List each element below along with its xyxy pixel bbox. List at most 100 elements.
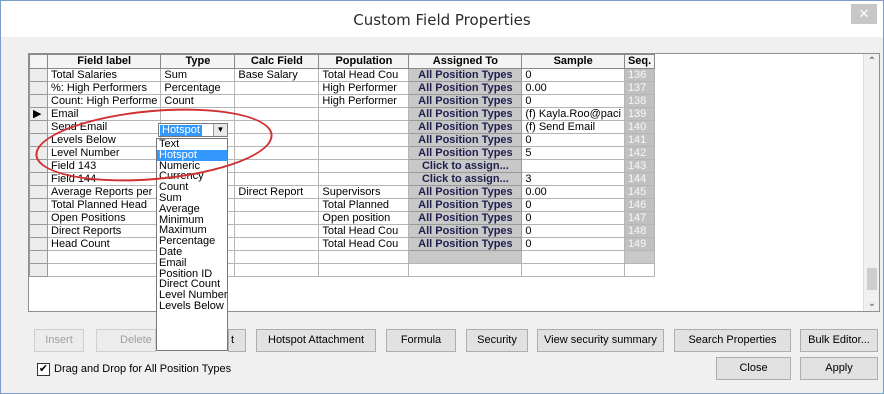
cell-label[interactable]: Email — [46, 107, 162, 121]
cell-type[interactable]: Percentage — [160, 81, 236, 95]
cell-seq[interactable]: 145 — [623, 185, 656, 199]
cell-seq[interactable]: 136 — [623, 68, 656, 82]
cell-sample[interactable]: 0 — [521, 224, 625, 238]
cell-seq[interactable]: 137 — [623, 81, 656, 95]
cell-pop[interactable]: Open position — [318, 211, 410, 225]
cell-seq[interactable]: 140 — [623, 120, 656, 134]
cell-assigned[interactable]: All Position Types — [408, 185, 523, 199]
cell-pop[interactable] — [318, 172, 410, 186]
cell-assigned[interactable]: All Position Types — [408, 211, 523, 225]
cell-assigned[interactable]: All Position Types — [408, 81, 523, 95]
cell-seq[interactable]: 143 — [623, 159, 656, 173]
row-selector[interactable] — [29, 172, 48, 186]
scroll-down-icon[interactable]: ⌄ — [864, 298, 880, 309]
cell-label[interactable]: Average Reports per — [46, 185, 162, 199]
bulk-editor-button[interactable]: Bulk Editor... — [800, 329, 878, 352]
cell-sample[interactable]: (f) Send Email — [521, 120, 625, 134]
row-selector[interactable] — [29, 185, 48, 199]
table-row[interactable]: Head Count Total Head Cou All Position Typ… — [29, 237, 656, 251]
cell-pop[interactable] — [318, 107, 410, 121]
table-row[interactable]: Open Positions Open position All Position … — [29, 211, 656, 225]
cell-assigned[interactable]: All Position Types — [408, 237, 523, 251]
row-selector[interactable] — [29, 224, 48, 238]
cell-pop[interactable] — [318, 120, 410, 134]
cell-calc[interactable]: Direct Report — [234, 185, 320, 199]
row-selector[interactable]: ▶ — [29, 107, 48, 121]
cell-pop[interactable]: High Performer — [318, 94, 410, 108]
cell-label[interactable]: Total Planned Head — [46, 198, 162, 212]
cell-assigned[interactable]: All Position Types — [408, 120, 523, 134]
table-row[interactable]: Direct Reports Total Head Cou All Position… — [29, 224, 656, 238]
cell-pop[interactable]: High Performer — [318, 81, 410, 95]
cell-assigned[interactable]: Click to assign... — [408, 172, 523, 186]
cell-sample[interactable]: 0.00 — [521, 185, 625, 199]
cell-label[interactable]: Count: High Performe — [46, 94, 162, 108]
row-selector[interactable] — [29, 146, 48, 160]
table-row[interactable]: Field 144 Click to assign... 3 144 — [29, 172, 656, 186]
cell-label[interactable]: Send Email — [46, 120, 162, 134]
view-security-summary-button[interactable]: View security summary — [537, 329, 664, 352]
cell-sample[interactable]: 0 — [521, 68, 625, 82]
table-row[interactable]: Send Email All Position Types (f) Send Ema… — [29, 120, 656, 134]
cell-label[interactable]: Direct Reports — [46, 224, 162, 238]
cell-pop[interactable]: Total Head Cou — [318, 68, 410, 82]
column-header[interactable] — [29, 54, 48, 69]
empty-cell[interactable] — [318, 263, 410, 277]
empty-cell[interactable] — [46, 250, 162, 264]
cell-seq[interactable]: 144 — [623, 172, 656, 186]
cell-calc[interactable] — [234, 211, 320, 225]
cell-label[interactable]: Open Positions — [46, 211, 162, 225]
cell-label[interactable]: Total Salaries — [46, 68, 162, 82]
cell-calc[interactable] — [234, 146, 320, 160]
cell-sample[interactable]: 0 — [521, 237, 625, 251]
cell-sample[interactable]: 0.00 — [521, 81, 625, 95]
table-row[interactable] — [29, 250, 656, 264]
cell-seq[interactable]: 149 — [623, 237, 656, 251]
cell-calc[interactable] — [234, 107, 320, 121]
cell-calc[interactable] — [234, 81, 320, 95]
formula-button[interactable]: Formula — [386, 329, 456, 352]
cell-calc[interactable] — [234, 237, 320, 251]
cell-seq[interactable]: 142 — [623, 146, 656, 160]
row-selector[interactable] — [29, 133, 48, 147]
cell-sample[interactable]: 3 — [521, 172, 625, 186]
row-selector[interactable] — [29, 120, 48, 134]
dropdown-option[interactable]: Hotspot — [157, 149, 227, 161]
apply-button[interactable]: Apply — [800, 357, 878, 380]
close-icon[interactable]: ✕ — [851, 4, 877, 24]
vertical-scrollbar[interactable]: ⌃ ⌄ — [863, 54, 879, 311]
empty-cell[interactable] — [521, 250, 625, 264]
empty-cell[interactable] — [318, 250, 410, 264]
cell-calc[interactable] — [234, 198, 320, 212]
empty-cell[interactable] — [29, 263, 48, 277]
dropdown-option[interactable]: Levels Below — [157, 301, 227, 312]
cell-calc[interactable]: Base Salary — [234, 68, 320, 82]
table-row[interactable]: ▶ Email All Position Types (f) Kayla.Roo@pa… — [29, 107, 656, 121]
cell-sample[interactable]: (f) Kayla.Roo@paci — [521, 107, 625, 121]
table-row[interactable]: Field 143 Click to assign... 143 — [29, 159, 656, 173]
cell-seq[interactable]: 139 — [623, 107, 656, 121]
table-row[interactable]: %: High Performers Percentage High Perform… — [29, 81, 656, 95]
cell-pop[interactable]: Total Head Cou — [318, 224, 410, 238]
cell-assigned[interactable]: All Position Types — [408, 133, 523, 147]
empty-cell[interactable] — [234, 263, 320, 277]
cell-calc[interactable] — [234, 120, 320, 134]
dropdown-option[interactable]: Average — [157, 203, 227, 215]
row-selector[interactable] — [29, 68, 48, 82]
delete-button[interactable]: Delete — [96, 329, 156, 352]
cell-pop[interactable]: Total Head Cou — [318, 237, 410, 251]
column-header[interactable]: Type — [160, 54, 236, 69]
cell-pop[interactable]: Total Planned — [318, 198, 410, 212]
cell-sample[interactable]: 5 — [521, 146, 625, 160]
empty-cell[interactable] — [623, 250, 656, 264]
empty-cell[interactable] — [408, 250, 523, 264]
cell-calc[interactable] — [234, 159, 320, 173]
drag-drop-checkbox[interactable]: ✔ — [37, 363, 50, 376]
hotspot-attachment-button[interactable]: Hotspot Attachment — [256, 329, 376, 352]
cell-label[interactable]: Field 143 — [46, 159, 162, 173]
cell-pop[interactable] — [318, 133, 410, 147]
cell-label[interactable]: %: High Performers — [46, 81, 162, 95]
table-row[interactable] — [29, 263, 656, 277]
cell-seq[interactable]: 138 — [623, 94, 656, 108]
empty-cell[interactable] — [521, 263, 625, 277]
